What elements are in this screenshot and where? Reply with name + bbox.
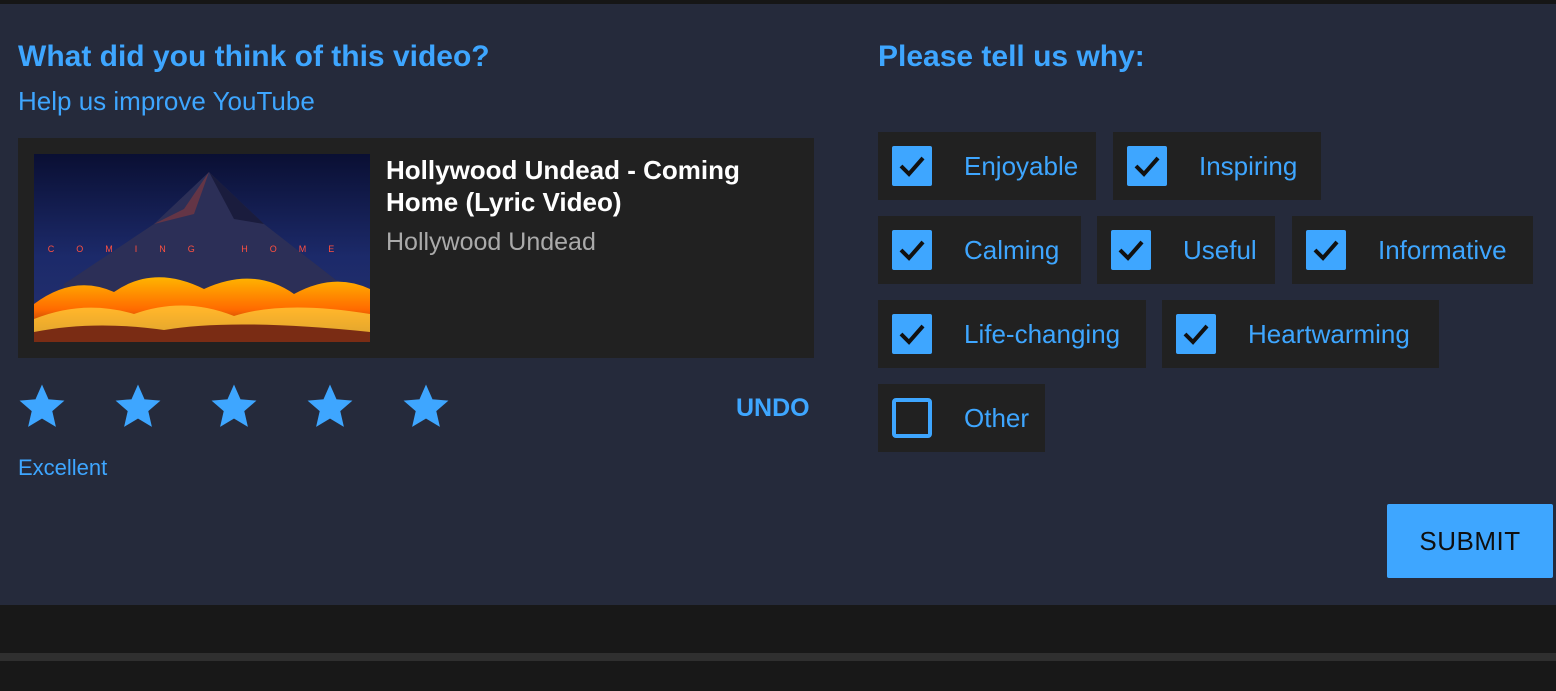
survey-subtitle: Help us improve YouTube [18, 86, 315, 116]
checkbox-checked-icon[interactable] [1127, 146, 1167, 186]
reason-checkbox-other[interactable]: Other [878, 384, 1045, 452]
reason-checkbox-useful[interactable]: Useful [1097, 216, 1275, 284]
video-channel[interactable]: Hollywood Undead [386, 228, 596, 257]
reason-checkbox-inspiring[interactable]: Inspiring [1113, 132, 1321, 200]
checkbox-checked-icon[interactable] [892, 314, 932, 354]
video-card: COMING HOME Hollywood Undead - Coming Ho… [18, 138, 814, 358]
reason-label: Enjoyable [964, 150, 1079, 181]
undo-button[interactable]: UNDO [736, 394, 810, 423]
reason-label: Other [964, 402, 1030, 433]
reason-label: Calming [964, 234, 1060, 265]
reason-checkbox-enjoyable[interactable]: Enjoyable [878, 132, 1096, 200]
reason-label: Useful [1183, 234, 1257, 265]
reason-checkbox-heartwarming[interactable]: Heartwarming [1162, 300, 1439, 368]
rating-label: Excellent [18, 455, 108, 480]
footer-strip [0, 605, 1556, 653]
star-icon[interactable] [18, 382, 66, 430]
star-icon[interactable] [306, 382, 354, 430]
thumbnail-text: COMING HOME [48, 244, 357, 254]
reason-checkbox-life-changing[interactable]: Life-changing [878, 300, 1146, 368]
checkbox-checked-icon[interactable] [892, 146, 932, 186]
checkbox-checked-icon[interactable] [892, 230, 932, 270]
video-thumbnail: COMING HOME [34, 154, 370, 342]
reason-checkbox-calming[interactable]: Calming [878, 216, 1081, 284]
star-rating [18, 382, 450, 432]
star-icon[interactable] [114, 382, 162, 430]
star-icon[interactable] [402, 382, 450, 430]
feedback-survey-panel: What did you think of this video? Help u… [0, 4, 1556, 605]
submit-button[interactable]: SUBMIT [1387, 504, 1553, 578]
reason-label: Life-changing [964, 318, 1121, 349]
reasons-heading: Please tell us why: [878, 40, 1145, 73]
star-icon[interactable] [210, 382, 258, 430]
checkbox-checked-icon[interactable] [1306, 230, 1346, 270]
survey-question: What did you think of this video? [18, 40, 490, 73]
reason-checkbox-informative[interactable]: Informative [1292, 216, 1533, 284]
reason-label: Inspiring [1199, 150, 1298, 181]
checkbox-checked-icon[interactable] [1111, 230, 1151, 270]
footer-bottom [0, 661, 1556, 691]
footer-divider [0, 653, 1556, 661]
reason-label: Heartwarming [1248, 318, 1410, 349]
checkbox-unchecked-icon[interactable] [892, 398, 932, 438]
reason-label: Informative [1378, 234, 1507, 265]
checkbox-checked-icon[interactable] [1176, 314, 1216, 354]
video-title[interactable]: Hollywood Undead - Coming Home (Lyric Vi… [386, 154, 786, 218]
